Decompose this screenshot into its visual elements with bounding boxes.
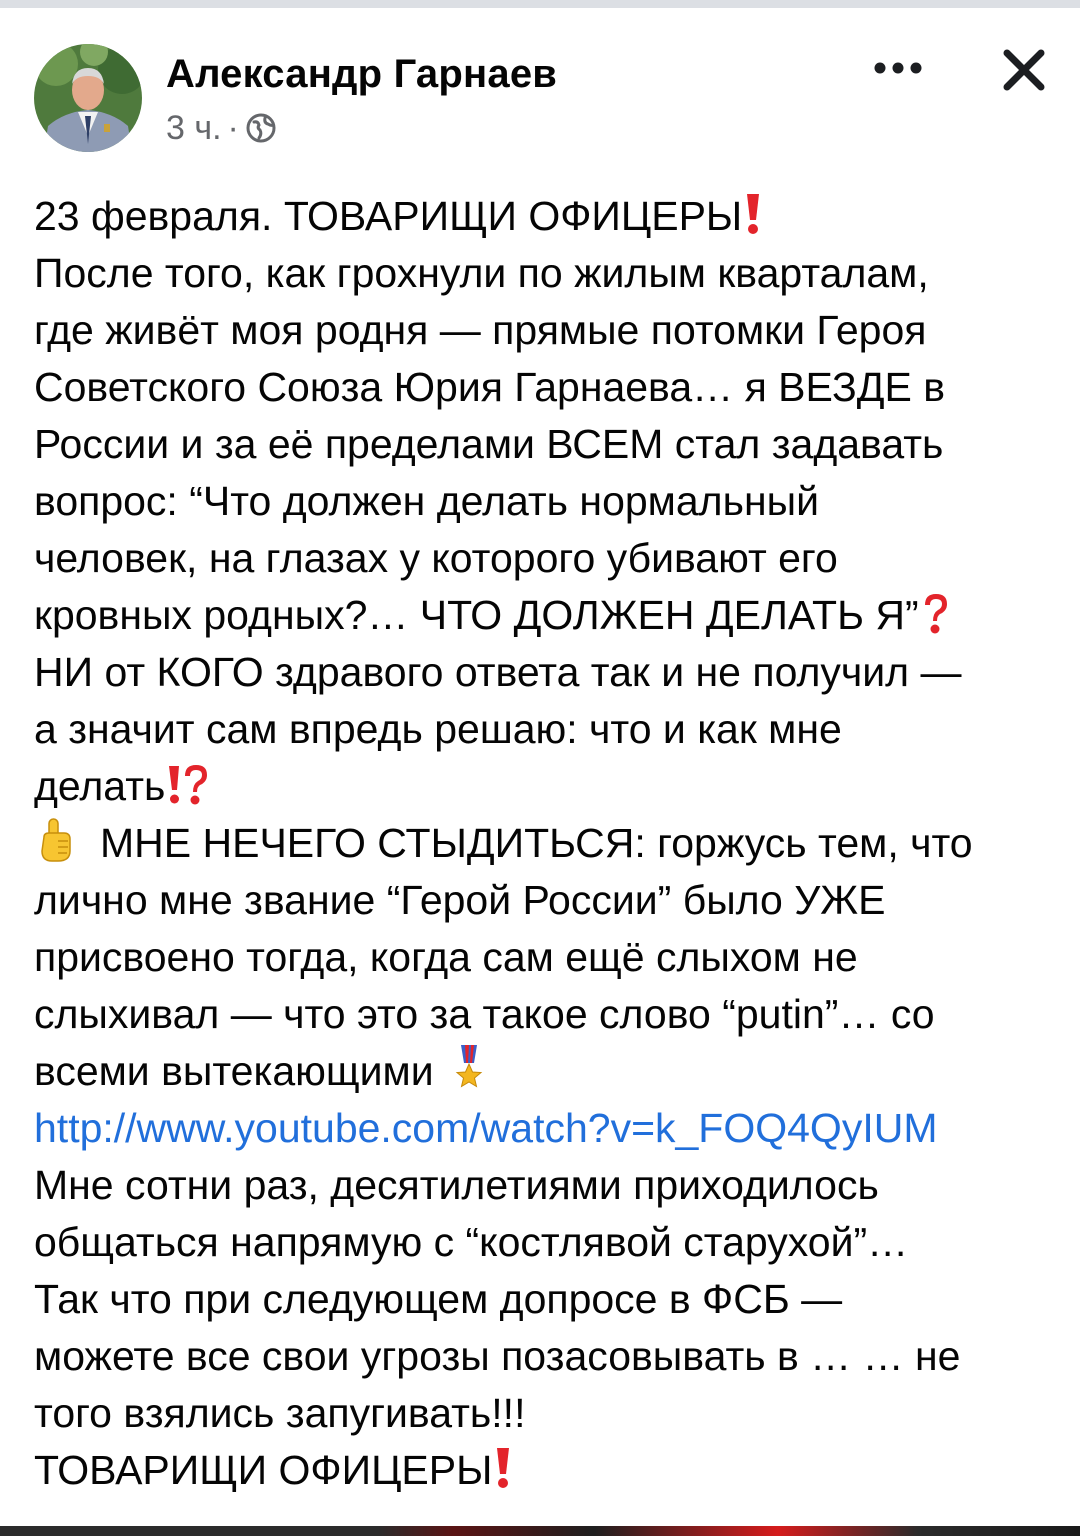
post-line: а значит сам впредь решаю: что и как мне xyxy=(34,706,842,752)
exclamation-question-icon xyxy=(165,762,217,821)
military-medal-icon xyxy=(452,1043,486,1106)
post-line: кровных родных?… ЧТО ДОЛЖЕН ДЕЛАТЬ Я” xyxy=(34,587,1054,644)
post-line: Так что при следующем допросе в ФСБ — xyxy=(34,1276,843,1322)
close-button[interactable] xyxy=(996,42,1052,98)
post-line: можете все свои угрозы позасовывать в … … xyxy=(34,1333,961,1379)
top-divider xyxy=(0,0,1080,8)
post-line: ТОВАРИЩИ ОФИЦЕРЫ xyxy=(34,1442,1054,1499)
more-options-button[interactable] xyxy=(866,46,930,90)
post-meta: 3 ч. · xyxy=(166,108,277,148)
youtube-link[interactable]: http://www.youtube.com/watch?v=k_FOQ4QyI… xyxy=(34,1100,1054,1157)
index-pointing-up-icon xyxy=(34,817,78,878)
red-exclamation-icon xyxy=(742,192,764,251)
bottom-edge-bar xyxy=(0,1526,1080,1536)
close-icon xyxy=(1003,49,1045,91)
post-line: того взялись запугивать!!! xyxy=(34,1390,526,1436)
post-line: человек, на глазах у которого убивают ег… xyxy=(34,535,838,581)
post-line: МНЕ НЕЧЕГО СТЫДИТЬСЯ: горжусь тем, что xyxy=(34,815,1054,872)
globe-icon xyxy=(245,112,277,144)
more-horizontal-icon xyxy=(874,62,922,74)
post-line: присвоено тогда, когда сам ещё слыхом не xyxy=(34,934,858,980)
post-header: Александр Гарнаев 3 ч. · xyxy=(0,8,1080,158)
post-line: 23 февраля. ТОВАРИЩИ ОФИЦЕРЫ xyxy=(34,188,1054,245)
post-line: Советского Союза Юрия Гарнаева… я ВЕЗДЕ … xyxy=(34,364,946,410)
post-line: После того, как грохнули по жилым кварта… xyxy=(34,250,929,296)
author-avatar[interactable] xyxy=(34,44,142,152)
post-line: общаться напрямую с “костлявой старухой”… xyxy=(34,1219,909,1265)
post-line: лично мне звание “Герой России” было УЖЕ xyxy=(34,877,886,923)
author-name[interactable]: Александр Гарнаев xyxy=(166,52,557,97)
post-text: 23 февраля. ТОВАРИЩИ ОФИЦЕРЫ После того,… xyxy=(34,188,1054,1499)
post-line: делать xyxy=(34,758,1054,815)
post-line: НИ от КОГО здравого ответа так и не полу… xyxy=(34,649,962,695)
post-line: Мне сотни раз, десятилетиями приходилось xyxy=(34,1162,879,1208)
red-exclamation-icon xyxy=(492,1446,514,1505)
post-timestamp[interactable]: 3 ч. xyxy=(166,109,222,148)
post-line: слыхивал — что это за такое слово “putin… xyxy=(34,991,935,1037)
post-line: всеми вытекающими xyxy=(34,1043,1054,1100)
post-line: вопрос: “Что должен делать нормальный xyxy=(34,478,819,524)
post-line: России и за её пределами ВСЕМ стал задав… xyxy=(34,421,944,467)
post-line: где живёт моя родня — прямые потомки Гер… xyxy=(34,307,927,353)
meta-separator: · xyxy=(227,108,239,147)
red-question-icon xyxy=(919,591,953,650)
